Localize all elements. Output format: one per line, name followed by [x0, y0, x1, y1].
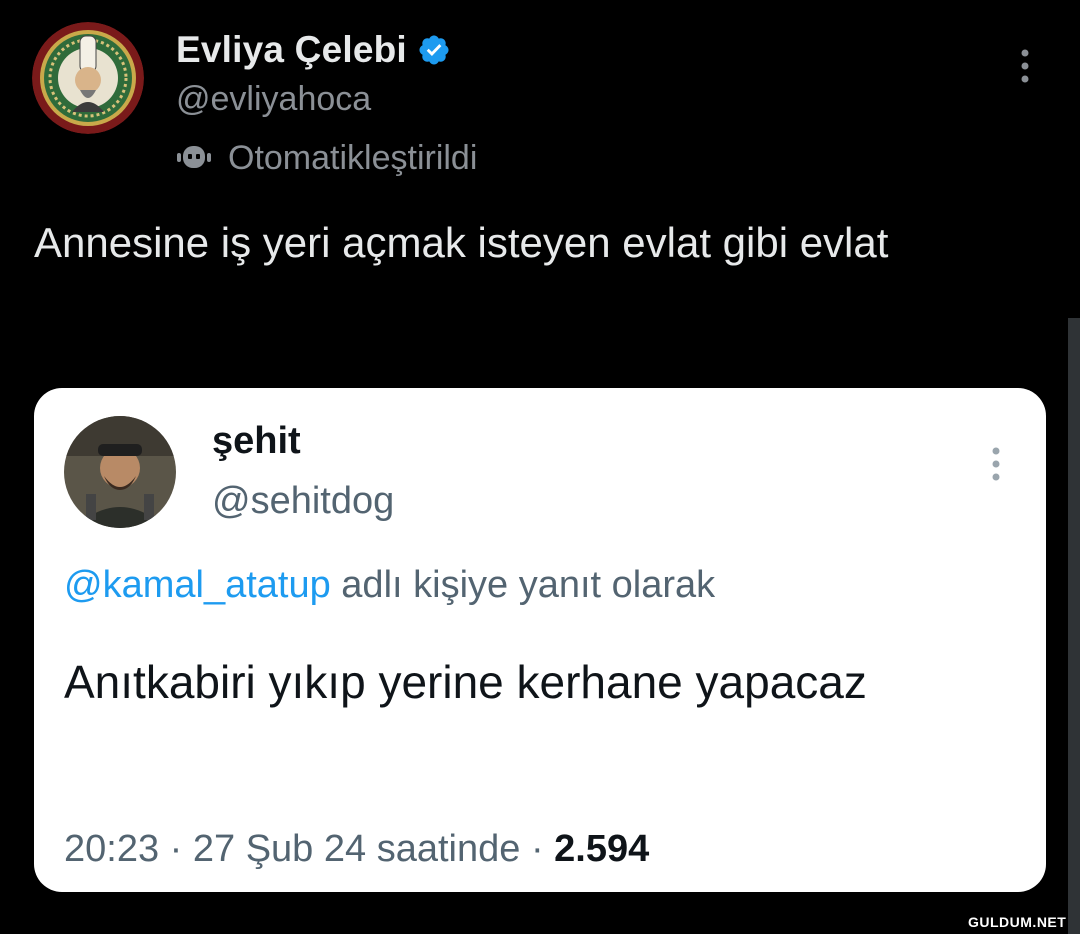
- verified-badge-icon[interactable]: [417, 33, 451, 67]
- tweet-time[interactable]: 20:23: [64, 828, 159, 870]
- automated-label: Otomatikleştirildi: [228, 138, 478, 177]
- reply-context: @kamal_atatup adlı kişiye yanıt olarak: [64, 564, 715, 607]
- meta-separator: ·: [169, 828, 183, 870]
- bot-icon: [177, 146, 211, 168]
- quoted-author-handle[interactable]: @sehitdog: [212, 478, 394, 524]
- scrollbar[interactable]: [1068, 318, 1080, 934]
- meta-separator-2: ·: [530, 828, 544, 870]
- author-handle[interactable]: @evliyahoca: [176, 78, 477, 120]
- more-vertical-icon[interactable]: [1010, 46, 1040, 86]
- author-info: Evliya Çelebi @evliyahoca Otomatikleştir…: [176, 26, 477, 178]
- quoted-author-info: şehit @sehitdog: [212, 418, 394, 524]
- watermark: GULDUM.NET: [968, 914, 1067, 930]
- reply-mention-link[interactable]: @kamal_atatup: [64, 564, 331, 606]
- view-count[interactable]: 2.594: [554, 828, 649, 870]
- quoted-author-avatar[interactable]: [64, 416, 176, 528]
- automated-label-row[interactable]: Otomatikleştirildi: [176, 138, 477, 178]
- author-name-row: Evliya Çelebi: [176, 26, 477, 74]
- reply-suffix: adlı kişiye yanıt olarak: [341, 564, 716, 606]
- author-display-name[interactable]: Evliya Çelebi: [176, 29, 407, 71]
- quoted-tweet-meta: 20:23 · 27 Şub 24 saatinde · 2.594: [64, 828, 649, 871]
- profile-photo-avatar-icon: [64, 416, 176, 528]
- quoted-more-vertical-icon[interactable]: [984, 444, 1008, 484]
- quoted-tweet-text: Anıtkabiri yıkıp yerine kerhane yapacaz: [64, 656, 867, 708]
- ottoman-seal-avatar-icon: [32, 22, 144, 134]
- tweet-date[interactable]: 27 Şub 24 saatinde: [193, 828, 521, 870]
- tweet-text: Annesine iş yeri açmak isteyen evlat gib…: [34, 219, 889, 266]
- quoted-tweet-card[interactable]: şehit @sehitdog @kamal_atatup adlı kişiy…: [34, 388, 1046, 892]
- author-avatar[interactable]: [32, 22, 144, 134]
- quoted-author-display-name[interactable]: şehit: [212, 418, 394, 464]
